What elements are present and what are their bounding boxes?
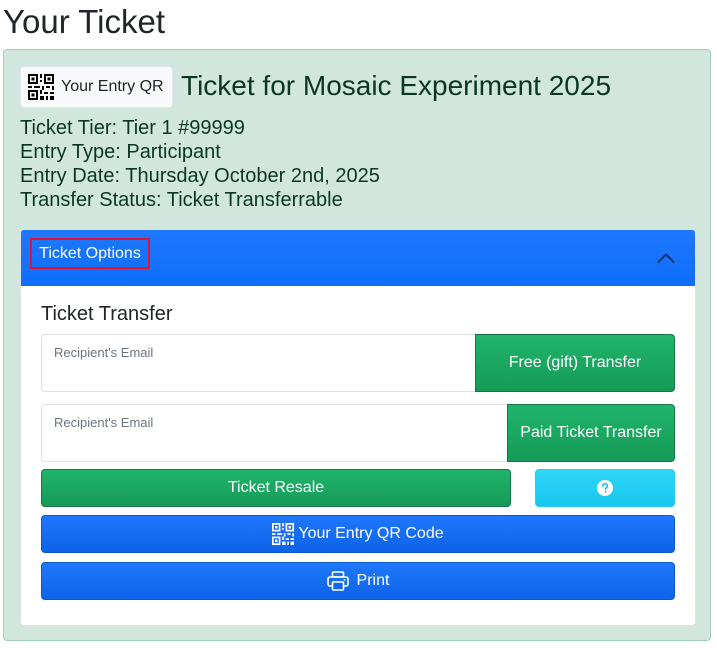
free-transfer-email-label: Recipient's Email [54,345,154,360]
ticket-resale-button[interactable]: Ticket Resale [41,469,511,507]
free-transfer-group: Recipient's Email Free (gift) Transfer [41,334,675,392]
qr-code-icon [272,523,295,545]
free-transfer-email-input[interactable] [54,363,463,385]
paid-transfer-group: Recipient's Email Paid Ticket Transfer [41,404,675,462]
ticket-options-header[interactable]: Ticket Options [21,230,695,286]
printer-icon [326,571,349,591]
print-label: Print [356,572,390,589]
entry-qr-code-button[interactable]: Your Entry QR Code [41,515,675,553]
chevron-up-icon [657,251,675,269]
ticket-options-title: Ticket Options [30,238,150,269]
entry-qr-button[interactable]: Your Entry QR [20,66,173,108]
qr-code-icon [28,74,54,100]
ticket-transfer-heading: Ticket Transfer [41,303,173,325]
page-title: Your Ticket [3,3,166,40]
entry-date: Entry Date: Thursday October 2nd, 2025 [20,165,380,187]
question-circle-icon [597,480,613,496]
free-transfer-email-field[interactable]: Recipient's Email [41,334,475,392]
paid-transfer-email-input[interactable] [54,433,495,455]
ticket-title: Ticket for Mosaic Experiment 2025 [181,70,612,101]
ticket-tier: Ticket Tier: Tier 1 #99999 [20,117,245,139]
ticket-info: Ticket Tier: Tier 1 #99999 Entry Type: P… [20,116,380,212]
paid-transfer-email-label: Recipient's Email [54,415,154,430]
transfer-status: Transfer Status: Ticket Transferrable [20,189,343,211]
free-transfer-button[interactable]: Free (gift) Transfer [475,334,675,392]
entry-qr-code-label: Your Entry QR Code [298,525,444,542]
ticket-card: Your Entry QR Ticket for Mosaic Experime… [3,49,711,641]
paid-transfer-email-field[interactable]: Recipient's Email [41,404,507,462]
entry-type: Entry Type: Participant [20,141,221,163]
print-button[interactable]: Print [41,562,675,600]
entry-qr-button-label: Your Entry QR [61,78,164,95]
ticket-options-accordion: Ticket Options Ticket Transfer Recipient… [20,229,696,626]
resale-help-button[interactable] [535,469,675,507]
paid-transfer-button[interactable]: Paid Ticket Transfer [507,404,675,462]
